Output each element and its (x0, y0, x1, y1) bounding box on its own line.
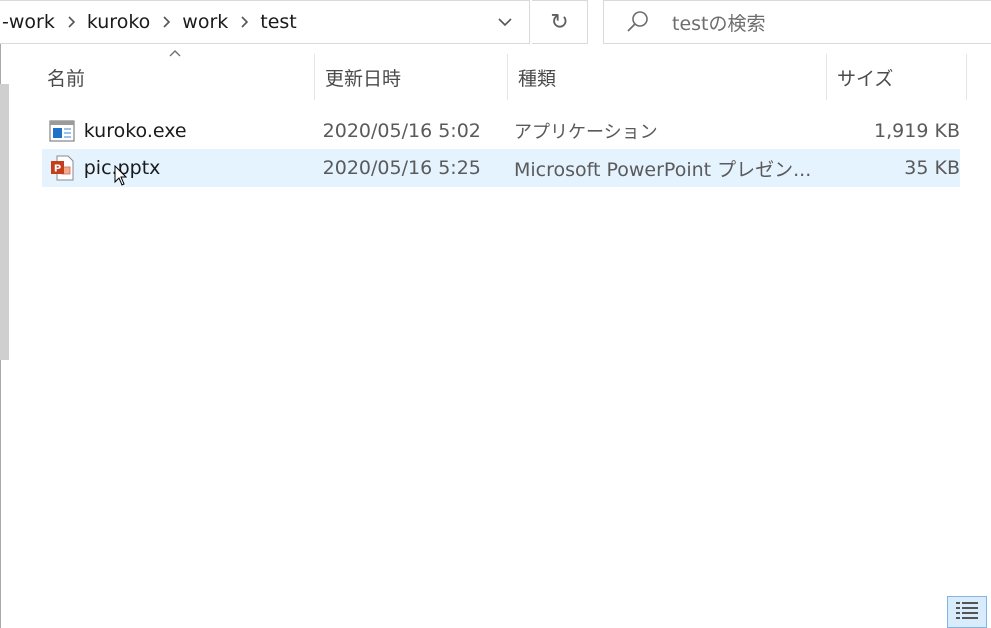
details-view-button[interactable] (947, 596, 987, 628)
address-bar[interactable]: -work kuroko work test (0, 0, 530, 44)
column-header-type[interactable]: 種類 (508, 54, 827, 100)
svg-text:P: P (54, 164, 61, 175)
file-type: Microsoft PowerPoint プレゼン... (513, 158, 812, 181)
file-size: 1,919 KB (874, 120, 960, 142)
column-header-date[interactable]: 更新日時 (315, 54, 508, 100)
file-date: 2020/05/16 5:25 (322, 157, 481, 179)
search-placeholder: testの検索 (672, 12, 766, 35)
powerpoint-icon: P (48, 154, 76, 182)
application-icon (48, 117, 76, 145)
file-type: アプリケーション (513, 122, 658, 143)
file-date: 2020/05/16 5:02 (322, 120, 481, 142)
search-input[interactable]: testの検索 (603, 0, 991, 44)
refresh-icon: ↻ (550, 9, 569, 35)
details-view-icon (955, 600, 979, 624)
file-row-pic-pptx[interactable]: P pic.pptx 2020/05/16 5:25 Microsoft Pow… (42, 149, 960, 187)
file-explorer-window: -work kuroko work test ↻ testの検索 名前 更新日時… (0, 0, 991, 628)
chevron-down-icon[interactable] (495, 12, 515, 32)
breadcrumb-kuroko[interactable]: kuroko (85, 11, 152, 33)
column-header-size[interactable]: サイズ (827, 54, 967, 100)
chevron-right-icon[interactable] (152, 16, 180, 28)
breadcrumb-work-parent[interactable]: -work (0, 11, 57, 33)
search-icon (624, 8, 652, 36)
file-name: kuroko.exe (83, 120, 187, 142)
chevron-right-icon[interactable] (57, 16, 85, 28)
breadcrumb-test[interactable]: test (258, 11, 299, 33)
file-name: pic.pptx (83, 157, 161, 179)
column-header-name[interactable]: 名前 (41, 54, 315, 100)
refresh-button[interactable]: ↻ (532, 0, 588, 44)
breadcrumb-work[interactable]: work (180, 11, 230, 33)
navigation-pane-scrollbar[interactable] (0, 84, 9, 360)
file-size: 35 KB (904, 157, 960, 179)
file-row-kuroko-exe[interactable]: kuroko.exe 2020/05/16 5:02 アプリケーション 1,91… (42, 112, 960, 150)
toolbar: -work kuroko work test ↻ testの検索 (0, 0, 991, 44)
chevron-right-icon[interactable] (230, 16, 258, 28)
